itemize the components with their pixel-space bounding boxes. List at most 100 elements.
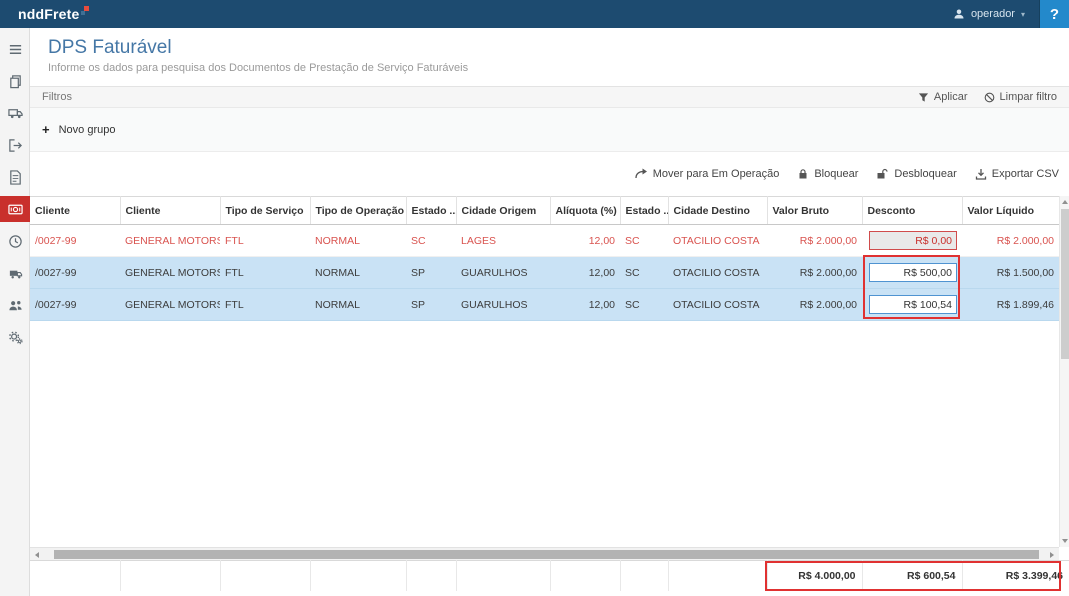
desconto-input[interactable] (869, 231, 957, 250)
new-group-button[interactable]: + Novo grupo (42, 122, 115, 137)
desconto-input[interactable] (869, 295, 957, 314)
cell-estado-origem: SC (406, 225, 456, 257)
page-title: DPS Faturável (48, 37, 172, 59)
block-button[interactable]: Bloquear (797, 168, 858, 180)
user-label: operador (971, 8, 1015, 20)
page-subtitle: Informe os dados para pesquisa dos Docum… (48, 62, 468, 74)
lock-icon (797, 168, 809, 180)
cell-estado-destino: SC (620, 289, 668, 321)
table-row[interactable]: /0027-99 GENERAL MOTORS ... FTL NORMAL S… (30, 289, 1059, 321)
column-header-cidade-destino[interactable]: Cidade Destino (668, 197, 767, 225)
cell-cidade-destino: OTACILIO COSTA (668, 225, 767, 257)
column-header-cidade-origem[interactable]: Cidade Origem (456, 197, 550, 225)
plus-icon: + (42, 122, 50, 137)
sidebar (0, 28, 30, 596)
clear-filter-button[interactable]: Limpar filtro (984, 91, 1057, 103)
column-header-estado-destino[interactable]: Estado ... (620, 197, 668, 225)
totals-empty-cell (406, 561, 456, 591)
cell-valor-liquido: R$ 1.500,00 (962, 257, 1059, 289)
cell-tipo-servico: FTL (220, 257, 310, 289)
move-to-operation-label: Mover para Em Operação (653, 168, 780, 180)
horizontal-scrollbar[interactable] (30, 547, 1059, 560)
delivery-icon (8, 266, 23, 281)
cell-desconto (862, 225, 962, 257)
cell-tipo-operacao: NORMAL (310, 257, 406, 289)
column-header-cliente-doc[interactable]: Cliente (30, 197, 120, 225)
vertical-scrollbar[interactable] (1059, 196, 1069, 547)
cell-cliente: GENERAL MOTORS ... (120, 225, 220, 257)
unlock-icon (876, 168, 889, 180)
column-header-tipo-operacao[interactable]: Tipo de Operação (310, 197, 406, 225)
totals-empty-cell (310, 561, 406, 591)
menu-icon (8, 42, 23, 57)
export-csv-button[interactable]: Exportar CSV (975, 168, 1059, 180)
app-logo: nddFrete (0, 6, 90, 22)
column-header-cliente[interactable]: Cliente (120, 197, 220, 225)
desconto-input[interactable] (869, 263, 957, 282)
cell-desconto (862, 289, 962, 321)
totals-empty-cell (220, 561, 310, 591)
cell-aliquota: 12,00 (550, 257, 620, 289)
cell-cliente: GENERAL MOTORS ... (120, 289, 220, 321)
logo-mark-icon (82, 6, 90, 18)
scroll-up-arrow[interactable] (1060, 196, 1069, 208)
user-menu[interactable]: operador ▾ (939, 0, 1039, 28)
cell-cidade-origem: LAGES (456, 225, 550, 257)
column-header-tipo-servico[interactable]: Tipo de Serviço (220, 197, 310, 225)
apply-filter-button[interactable]: Aplicar (918, 91, 968, 103)
topbar: nddFrete operador ▾ ? (0, 0, 1069, 28)
cell-valor-liquido: R$ 2.000,00 (962, 225, 1059, 257)
sidebar-item-exit[interactable] (0, 132, 30, 158)
sidebar-item-documents[interactable] (0, 68, 30, 94)
cell-estado-origem: SP (406, 257, 456, 289)
cell-valor-bruto: R$ 2.000,00 (767, 289, 862, 321)
sidebar-item-history[interactable] (0, 228, 30, 254)
sidebar-item-menu[interactable] (0, 36, 30, 62)
cell-tipo-servico: FTL (220, 225, 310, 257)
sidebar-item-transport[interactable] (0, 100, 30, 126)
totals-empty-cell (30, 561, 120, 591)
unblock-button[interactable]: Desbloquear (876, 168, 956, 180)
cell-aliquota: 12,00 (550, 289, 620, 321)
cell-cliente-doc: /0027-99 (30, 289, 120, 321)
totals-empty-cell (120, 561, 220, 591)
table-row[interactable]: /0027-99 GENERAL MOTORS ... FTL NORMAL S… (30, 257, 1059, 289)
app-logo-text: nddFrete (18, 6, 80, 22)
grid-toolbar: Mover para Em Operação Bloquear Desbloqu… (30, 152, 1069, 196)
table-header-row: Cliente Cliente Tipo de Serviço Tipo de … (30, 197, 1059, 225)
export-csv-label: Exportar CSV (992, 168, 1059, 180)
column-header-valor-liquido[interactable]: Valor Líquido (962, 197, 1059, 225)
total-valor-bruto: R$ 4.000,00 (767, 561, 862, 591)
apply-filter-label: Aplicar (934, 91, 968, 103)
block-label: Bloquear (814, 168, 858, 180)
sidebar-item-users[interactable] (0, 292, 30, 318)
dps-table: Cliente Cliente Tipo de Serviço Tipo de … (30, 196, 1059, 321)
clear-filter-icon (984, 92, 995, 103)
history-icon (8, 234, 23, 249)
column-header-valor-bruto[interactable]: Valor Bruto (767, 197, 862, 225)
column-header-aliquota[interactable]: Alíquota (%) (550, 197, 620, 225)
chevron-down-icon: ▾ (1021, 10, 1025, 19)
exit-icon (8, 138, 23, 153)
scroll-down-arrow[interactable] (1060, 535, 1069, 547)
table-row[interactable]: /0027-99 GENERAL MOTORS ... FTL NORMAL S… (30, 225, 1059, 257)
truck-icon (8, 106, 23, 121)
cell-cidade-origem: GUARULHOS (456, 289, 550, 321)
move-arrow-icon (634, 168, 648, 180)
cell-desconto (862, 257, 962, 289)
total-valor-liquido: R$ 3.399,46 (962, 561, 1069, 591)
move-to-operation-button[interactable]: Mover para Em Operação (634, 168, 780, 180)
cell-tipo-servico: FTL (220, 289, 310, 321)
column-header-estado-origem[interactable]: Estado ... (406, 197, 456, 225)
help-button[interactable]: ? (1039, 0, 1069, 28)
unblock-label: Desbloquear (894, 168, 956, 180)
column-header-desconto[interactable]: Desconto (862, 197, 962, 225)
settings-icon (8, 330, 23, 345)
sidebar-item-document[interactable] (0, 164, 30, 190)
sidebar-item-delivery[interactable] (0, 260, 30, 286)
vertical-scrollbar-thumb[interactable] (1061, 209, 1069, 359)
sidebar-item-settings[interactable] (0, 324, 30, 350)
cell-cliente: GENERAL MOTORS ... (120, 257, 220, 289)
horizontal-scrollbar-thumb[interactable] (54, 550, 1039, 559)
sidebar-item-dps-faturavel[interactable] (0, 196, 30, 222)
